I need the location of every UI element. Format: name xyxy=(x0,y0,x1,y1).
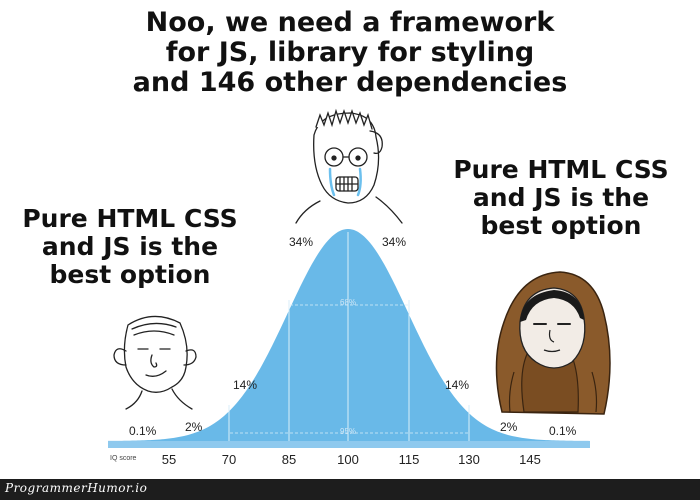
pct-far-right: 0.1% xyxy=(549,424,577,438)
pct-right-center: 34% xyxy=(382,235,407,249)
pct-inner-95: 95% xyxy=(340,427,357,436)
pct-right-tail: 2% xyxy=(500,420,518,434)
pct-left-center: 34% xyxy=(289,235,314,249)
pct-right-mid: 14% xyxy=(445,378,470,392)
pct-far-left: 0.1% xyxy=(129,424,157,438)
hooded-monk-icon xyxy=(495,271,611,415)
wojak-smirk-icon xyxy=(113,315,197,410)
pct-left-tail: 2% xyxy=(185,420,203,434)
baseline-bar xyxy=(108,441,590,448)
tick-70: 70 xyxy=(221,452,237,467)
pct-left-mid: 14% xyxy=(233,378,258,392)
tick-55: 55 xyxy=(161,452,177,467)
tick-130: 130 xyxy=(458,452,480,467)
iq-score-label: IQ score xyxy=(110,455,137,462)
watermark-bar: ProgrammerHumor.io xyxy=(0,479,700,500)
wojak-crying-glasses-icon xyxy=(295,108,403,224)
tick-85: 85 xyxy=(281,452,297,467)
tick-145: 145 xyxy=(519,452,541,467)
tick-115: 115 xyxy=(398,452,420,467)
pct-inner-68: 68% xyxy=(340,298,357,307)
tick-100: 100 xyxy=(337,452,359,467)
watermark-text: ProgrammerHumor.io xyxy=(5,481,148,495)
